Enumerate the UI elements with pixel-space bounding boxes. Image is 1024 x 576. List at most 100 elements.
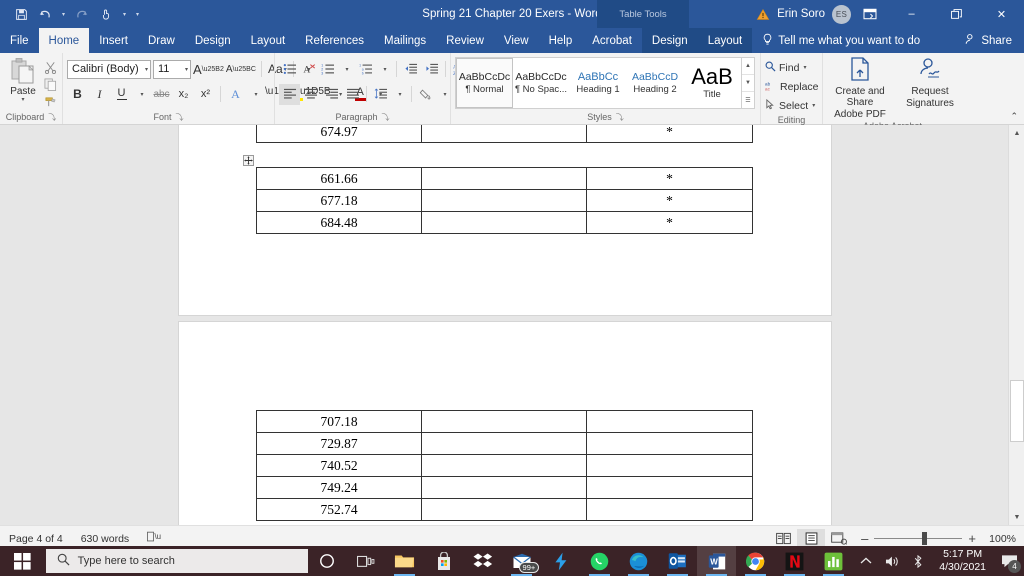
- shading-icon[interactable]: [415, 84, 436, 105]
- table-cell-middle[interactable]: [421, 432, 587, 455]
- microsoft-store-icon[interactable]: [424, 546, 463, 576]
- multilevel-dropdown-icon[interactable]: ▾: [376, 59, 393, 80]
- table-cell-star[interactable]: *: [586, 189, 753, 212]
- table-row[interactable]: 677.18 *: [256, 189, 753, 212]
- create-and-share-adobe-pdf-button[interactable]: Create and Share Adobe PDF: [827, 56, 893, 120]
- numbering-dropdown-icon[interactable]: ▾: [338, 59, 355, 80]
- table-row[interactable]: 674.97 *: [256, 125, 753, 143]
- user-name[interactable]: Erin Soro: [775, 8, 832, 20]
- bullets-dropdown-icon[interactable]: ▾: [300, 59, 317, 80]
- style-normal[interactable]: AaBbCcDc ¶ Normal: [456, 58, 513, 108]
- line-spacing-icon[interactable]: [370, 84, 391, 105]
- multilevel-list-icon[interactable]: 1ab: [355, 59, 376, 80]
- font-dialog-launcher-icon[interactable]: ⤵: [176, 111, 184, 124]
- table-cell-star[interactable]: [586, 410, 753, 433]
- avatar[interactable]: ES: [832, 4, 851, 24]
- customize-qat-icon[interactable]: ▾: [132, 3, 143, 25]
- table-cell-star[interactable]: *: [586, 167, 753, 190]
- line-spacing-dropdown-icon[interactable]: ▾: [391, 84, 408, 105]
- table-move-handle-icon[interactable]: [243, 155, 254, 166]
- whatsapp-icon[interactable]: [580, 546, 619, 576]
- table-cell-star[interactable]: *: [586, 211, 753, 234]
- table-cell-middle[interactable]: [421, 211, 587, 234]
- table-cell-star[interactable]: [586, 454, 753, 477]
- table-cell-value[interactable]: 749.24: [256, 476, 422, 499]
- select-button[interactable]: Select ▾: [765, 97, 815, 114]
- underline-button[interactable]: U: [111, 84, 132, 105]
- document-canvas[interactable]: 674.97 * 661.66 * 677.18 * 684.48 * 707.…: [0, 125, 1024, 525]
- tab-table-design[interactable]: Design: [641, 28, 698, 53]
- table-cell-middle[interactable]: [421, 454, 587, 477]
- minimize-button[interactable]: –: [889, 0, 934, 28]
- close-button[interactable]: ✕: [979, 0, 1024, 28]
- style-heading-2[interactable]: AaBbCcD Heading 2: [627, 58, 684, 108]
- page-number-status[interactable]: Page 4 of 4: [0, 533, 72, 545]
- bullets-icon[interactable]: [279, 59, 300, 80]
- replace-button[interactable]: ab ac Replace: [765, 78, 818, 95]
- paragraph-dialog-launcher-icon[interactable]: ⤵: [382, 111, 390, 124]
- netflix-icon[interactable]: [775, 546, 814, 576]
- mail-icon[interactable]: 99+: [502, 546, 541, 576]
- tab-table-layout[interactable]: Layout: [697, 28, 753, 53]
- taskbar-clock[interactable]: 5:17 PM 4/30/2021: [931, 548, 994, 574]
- proofing-errors-icon[interactable]: \u2733: [138, 531, 179, 546]
- paste-dropdown-icon[interactable]: ▾: [21, 97, 24, 103]
- subscript-button[interactable]: x₂: [173, 84, 194, 105]
- vertical-scrollbar[interactable]: ▲ ▲ ▼: [1008, 125, 1024, 525]
- table-cell-star[interactable]: [586, 432, 753, 455]
- collapse-ribbon-icon[interactable]: ⌃: [1010, 111, 1018, 122]
- table-cell-star[interactable]: [586, 476, 753, 499]
- ribbon-display-options-icon[interactable]: [851, 8, 889, 20]
- tell-me-search[interactable]: Tell me what you want to do: [752, 28, 920, 53]
- tab-file[interactable]: File: [0, 28, 39, 53]
- style-title[interactable]: AaB Title: [684, 58, 741, 108]
- zoom-slider[interactable]: – +: [853, 531, 984, 546]
- find-button[interactable]: Find ▾: [765, 59, 806, 76]
- tab-references[interactable]: References: [295, 28, 374, 53]
- text-effects-icon[interactable]: A: [225, 84, 246, 105]
- touch-icon[interactable]: [95, 3, 117, 25]
- gallery-scroll-up-icon[interactable]: ▲: [742, 58, 754, 75]
- copy-icon[interactable]: [42, 77, 58, 91]
- style-heading-1[interactable]: AaBbCc Heading 1: [570, 58, 627, 108]
- word-count-status[interactable]: 630 words: [72, 533, 138, 545]
- table-row[interactable]: 707.18: [256, 410, 753, 433]
- tab-mailings[interactable]: Mailings: [374, 28, 436, 53]
- word-icon[interactable]: W: [697, 546, 737, 576]
- gallery-scroll-down-icon[interactable]: ▼: [742, 75, 754, 92]
- cut-icon[interactable]: [42, 60, 58, 74]
- table-cell-value[interactable]: 729.87: [256, 432, 422, 455]
- table-cell-star[interactable]: *: [586, 125, 753, 143]
- align-left-icon[interactable]: [279, 83, 300, 105]
- windows-start-icon[interactable]: [0, 546, 46, 576]
- zoom-out-button[interactable]: –: [861, 531, 868, 546]
- tab-review[interactable]: Review: [436, 28, 494, 53]
- table-cell-star[interactable]: [586, 498, 753, 521]
- tab-insert[interactable]: Insert: [89, 28, 138, 53]
- restore-button[interactable]: [934, 0, 979, 28]
- bold-button[interactable]: B: [67, 84, 88, 105]
- tab-acrobat[interactable]: Acrobat: [582, 28, 642, 53]
- gallery-more-icon[interactable]: ☰: [742, 92, 754, 108]
- task-view-icon[interactable]: [346, 546, 385, 576]
- undo-dropdown-icon[interactable]: ▾: [58, 3, 69, 25]
- tab-design[interactable]: Design: [185, 28, 241, 53]
- table-cell-value[interactable]: 674.97: [256, 125, 422, 143]
- zoom-level[interactable]: 100%: [984, 533, 1016, 545]
- table-row[interactable]: 661.66 *: [256, 167, 753, 190]
- font-size-combo[interactable]: 11 ▾: [153, 59, 191, 79]
- outlook-icon[interactable]: [658, 546, 697, 576]
- increase-indent-icon[interactable]: [421, 59, 442, 80]
- underline-dropdown-icon[interactable]: ▾: [133, 84, 150, 105]
- tab-home[interactable]: Home: [38, 28, 90, 53]
- table-cell-middle[interactable]: [421, 189, 587, 212]
- share-button[interactable]: Share: [965, 28, 1024, 53]
- select-dropdown-icon[interactable]: ▾: [811, 102, 815, 109]
- show-hidden-icons-icon[interactable]: [853, 546, 879, 576]
- numbering-icon[interactable]: 123: [317, 59, 338, 80]
- table-cell-value[interactable]: 677.18: [256, 189, 422, 212]
- table-row[interactable]: 729.87: [256, 432, 753, 455]
- styles-dialog-launcher-icon[interactable]: ⤵: [616, 111, 624, 124]
- volume-icon[interactable]: [879, 546, 905, 576]
- tab-draw[interactable]: Draw: [138, 28, 185, 53]
